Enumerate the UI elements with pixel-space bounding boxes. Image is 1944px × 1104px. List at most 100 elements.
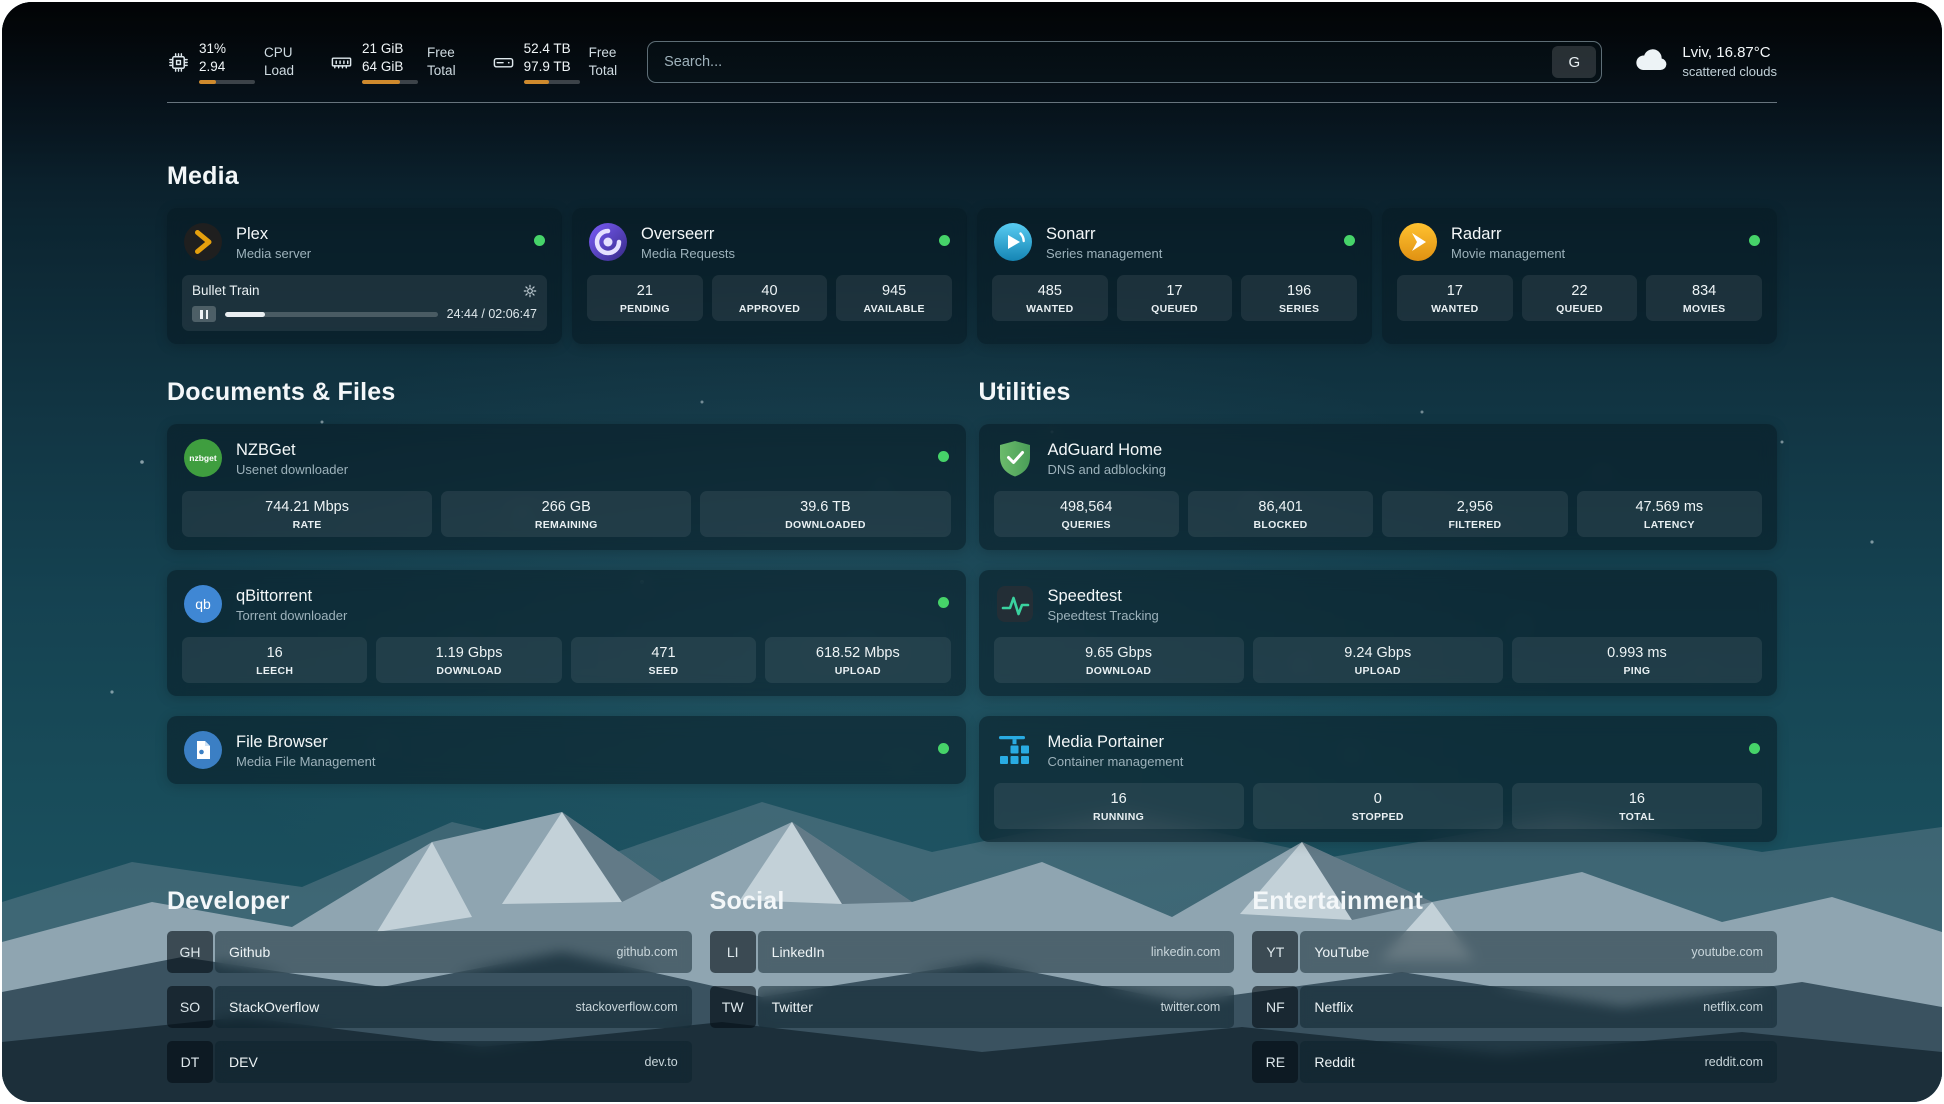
nzbget-stat-rate: 744.21 Mbps RATE [182,491,432,537]
bookmark-name: YouTube [1314,944,1369,960]
portainer-stat-total: 16 TOTAL [1512,783,1762,829]
search-bar: G [647,41,1602,83]
service-desc: Torrent downloader [236,608,347,623]
playback-progress [225,312,438,317]
bookmark-url: netflix.com [1703,1000,1763,1014]
nzbget-stat-remaining: 266 GB REMAINING [441,491,691,537]
bookmark-url: linkedin.com [1151,945,1220,959]
service-card-qbittorrent[interactable]: qb qBittorrent Torrent downloader 16 [167,570,966,696]
bookmark-abbr: NF [1252,986,1298,1028]
bookmark-youtube[interactable]: YT YouTube youtube.com [1252,931,1777,973]
service-card-sonarr[interactable]: Sonarr Series management 485 WANTED 17 Q… [977,208,1372,344]
service-name: Media Portainer [1048,732,1184,752]
bookmark-name: Github [229,944,270,960]
speedtest-icon [994,583,1036,625]
bookmark-abbr: TW [710,986,756,1028]
bookmark-dev[interactable]: DT DEV dev.to [167,1041,692,1083]
status-dot [1749,235,1760,246]
speedtest-stat-download: 9.65 Gbps DOWNLOAD [994,637,1244,683]
bookmark-url: youtube.com [1691,945,1763,959]
portainer-stat-running: 16 RUNNING [994,783,1244,829]
status-dot [938,743,949,754]
pause-icon [192,306,216,322]
cpu-load-value: 2.94 [199,58,255,76]
disk-meter [524,80,580,84]
service-card-portainer[interactable]: Media Portainer Container management 16 … [979,716,1778,842]
cpu-meter-fill [199,80,216,84]
search-input[interactable] [648,42,1547,82]
status-dot [938,597,949,608]
service-name: Sonarr [1046,224,1162,244]
bookmark-netflix[interactable]: NF Netflix netflix.com [1252,986,1777,1028]
bookmark-group-entertainment: Entertainment YT YouTube youtube.com NF … [1252,886,1777,1083]
bookmark-twitter[interactable]: TW Twitter twitter.com [710,986,1235,1028]
weather-condition: scattered clouds [1682,62,1777,81]
disk-free-value: 52.4 TB [524,40,580,58]
qbittorrent-stat-upload: 618.52 Mbps UPLOAD [765,637,950,683]
service-name: NZBGet [236,440,348,460]
nzbget-stat-downloaded: 39.6 TB DOWNLOADED [700,491,950,537]
adguard-stat-latency: 47.569 ms LATENCY [1577,491,1762,537]
memory-free-value: 21 GiB [362,40,418,58]
portainer-icon [994,729,1036,771]
radarr-stat-wanted: 17 WANTED [1397,275,1513,321]
service-card-nzbget[interactable]: nzbget NZBGet Usenet downloader 744.21 M… [167,424,966,550]
gear-icon[interactable] [523,284,537,298]
speedtest-stat-upload: 9.24 Gbps UPLOAD [1253,637,1503,683]
bookmark-stackoverflow[interactable]: SO StackOverflow stackoverflow.com [167,986,692,1028]
cpu-usage-value: 31% [199,40,255,58]
service-desc: DNS and adblocking [1048,462,1167,477]
section-title-utilities: Utilities [979,377,1778,407]
weather-location-temp: Lviv, 16.87°C [1682,43,1777,62]
disk-total-label: Total [589,62,618,80]
sonarr-stat-series: 196 SERIES [1241,275,1357,321]
status-dot [1749,743,1760,754]
bookmark-name: StackOverflow [229,999,319,1015]
service-desc: Usenet downloader [236,462,348,477]
bookmark-url: twitter.com [1161,1000,1221,1014]
adguard-icon [994,437,1036,479]
bookmark-name: DEV [229,1054,258,1070]
service-name: Radarr [1451,224,1565,244]
bookmark-url: reddit.com [1705,1055,1763,1069]
service-card-overseerr[interactable]: Overseerr Media Requests 21 PENDING 40 A… [572,208,967,344]
service-card-plex[interactable]: Plex Media server Bullet Train [167,208,562,344]
disk-icon [492,51,515,74]
bookmark-linkedin[interactable]: LI LinkedIn linkedin.com [710,931,1235,973]
filebrowser-icon [182,729,224,771]
service-card-radarr[interactable]: Radarr Movie management 17 WANTED 22 QUE… [1382,208,1777,344]
overseerr-stat-approved: 40 APPROVED [712,275,828,321]
bookmark-reddit[interactable]: RE Reddit reddit.com [1252,1041,1777,1083]
service-card-adguard[interactable]: AdGuard Home DNS and adblocking 498,564 … [979,424,1778,550]
cpu-meter [199,80,255,84]
cloud-icon [1632,45,1670,80]
now-playing-title: Bullet Train [192,282,515,299]
svg-text:nzbget: nzbget [189,453,217,463]
service-name: AdGuard Home [1048,440,1167,460]
qbittorrent-stat-leech: 16 LEECH [182,637,367,683]
adguard-stat-filtered: 2,956 FILTERED [1382,491,1567,537]
bookmark-group-developer: Developer GH Github github.com SO StackO… [167,886,692,1083]
service-desc: Series management [1046,246,1162,261]
memory-icon [330,51,353,74]
service-desc: Speedtest Tracking [1048,608,1159,623]
speedtest-stat-ping: 0.993 ms PING [1512,637,1762,683]
bookmark-name: LinkedIn [772,944,825,960]
adguard-stat-blocked: 86,401 BLOCKED [1188,491,1373,537]
disk-widget: 52.4 TB 97.9 TB Free Total [492,40,618,84]
bookmark-abbr: GH [167,931,213,973]
service-name: Speedtest [1048,586,1159,606]
service-card-speedtest[interactable]: Speedtest Speedtest Tracking 9.65 Gbps D… [979,570,1778,696]
search-provider-button[interactable]: G [1552,46,1596,78]
cpu-load-label: Load [264,62,294,80]
now-playing-panel: Bullet Train 24:44 / 0 [182,275,547,331]
section-title-social: Social [710,886,1235,916]
cpu-usage-label: CPU [264,44,294,62]
service-name: File Browser [236,732,375,752]
service-card-filebrowser[interactable]: File Browser Media File Management [167,716,966,784]
weather-widget: Lviv, 16.87°C scattered clouds [1632,43,1777,81]
bookmark-github[interactable]: GH Github github.com [167,931,692,973]
bookmark-abbr: DT [167,1041,213,1083]
bookmark-name: Reddit [1314,1054,1354,1070]
radarr-icon [1397,221,1439,263]
